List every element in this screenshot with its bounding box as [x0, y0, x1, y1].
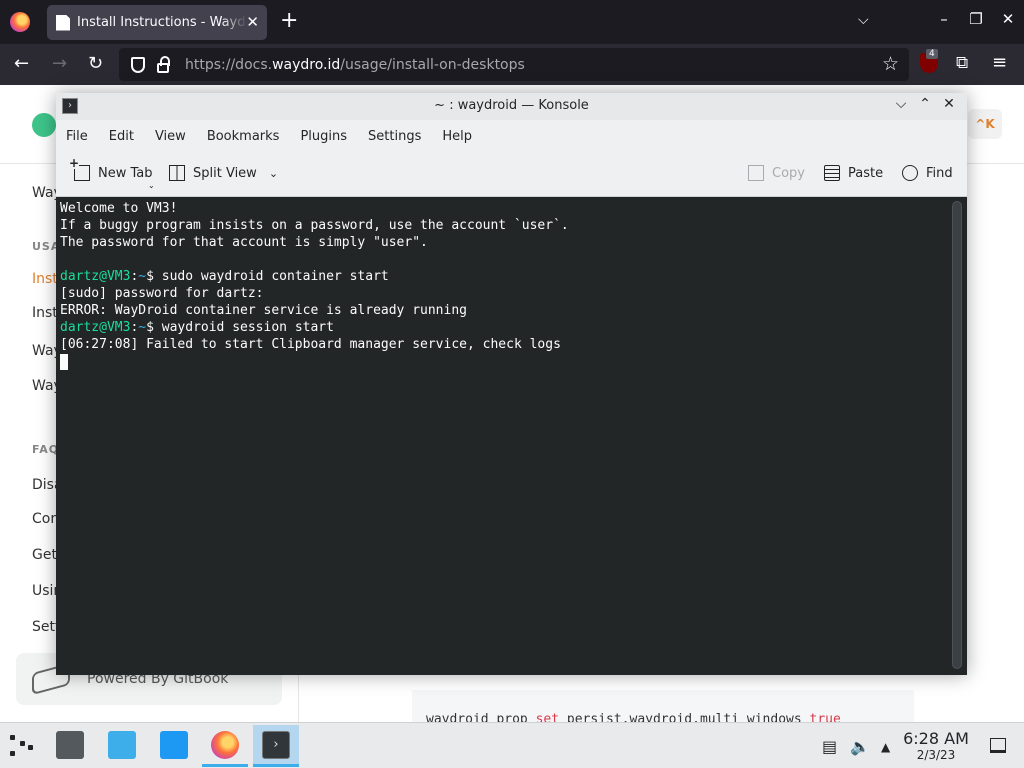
- sidebar-section-label: USAGE: [32, 240, 56, 253]
- system-settings-icon: [56, 731, 84, 759]
- task-dolphin[interactable]: [151, 725, 197, 767]
- close-window-icon[interactable]: ✕: [992, 10, 1024, 28]
- window-title: ~ : waydroid — Konsole: [434, 98, 589, 113]
- list-all-tabs-icon[interactable]: ⌵: [858, 12, 869, 28]
- menu-plugins[interactable]: Plugins: [300, 129, 347, 144]
- tab-title: Install Instructions - Waydroid: [77, 15, 247, 30]
- taskbar-panel: › ▤ 🔈 ▲ 6:28 AM 2/3/23: [0, 722, 1024, 768]
- maximize-icon[interactable]: ⌃: [913, 96, 937, 112]
- terminal-line: ERROR: WayDroid container service is alr…: [60, 303, 467, 318]
- discover-store-icon: [108, 731, 136, 759]
- waydroid-logo[interactable]: [32, 113, 56, 137]
- task-system-settings[interactable]: [47, 725, 93, 767]
- clipboard-icon[interactable]: ▤: [822, 737, 837, 756]
- digital-clock[interactable]: 6:28 AM 2/3/23: [900, 729, 972, 762]
- back-icon[interactable]: ←: [14, 53, 29, 75]
- tracking-protection-icon[interactable]: [131, 56, 145, 73]
- terminal-line: [06:27:08] Failed to start Clipboard man…: [60, 337, 561, 352]
- firefox-icon: [211, 731, 239, 759]
- split-view-icon: [169, 165, 185, 181]
- browser-window-controls: – ❐ ✕: [928, 10, 1024, 28]
- bookmark-star-icon[interactable]: ☆: [882, 53, 899, 75]
- task-discover[interactable]: [99, 725, 145, 767]
- firefox-view-icon[interactable]: [10, 12, 30, 32]
- browser-nav-bar: ← → ↻ https://docs.waydro.id/usage/insta…: [0, 44, 1024, 85]
- browser-tab-bar: Install Instructions - Waydroid ✕ + ⌵ – …: [0, 0, 1024, 44]
- menu-help[interactable]: Help: [442, 129, 472, 144]
- menu-file[interactable]: File: [66, 129, 88, 144]
- task-firefox[interactable]: [202, 725, 248, 767]
- maximize-icon[interactable]: ❐: [960, 10, 992, 28]
- show-desktop-icon[interactable]: [990, 738, 1006, 753]
- new-tab-icon: [69, 157, 90, 181]
- terminal-cursor-line: [60, 353, 967, 370]
- copy-button[interactable]: Copy: [748, 165, 805, 181]
- search-icon: [902, 165, 918, 181]
- search-shortcut-badge[interactable]: ^K: [968, 109, 1002, 139]
- forward-icon[interactable]: →: [52, 53, 67, 75]
- sidebar-item[interactable]: Disable Freeform: [32, 477, 56, 493]
- terminal-prompt-line: dartz@VM3:~$ sudo waydroid container sta…: [60, 269, 389, 284]
- close-window-icon[interactable]: ✕: [937, 96, 961, 112]
- menu-edit[interactable]: Edit: [109, 129, 134, 144]
- file-manager-icon: [160, 731, 188, 759]
- terminal-view[interactable]: Welcome to VM3! If a buggy program insis…: [56, 197, 967, 675]
- text-cursor: [60, 353, 68, 370]
- konsole-window-controls: ⌵ ⌃ ✕: [889, 96, 961, 112]
- volume-icon[interactable]: 🔈: [850, 737, 870, 756]
- konsole-menubar: File Edit View Bookmarks Plugins Setting…: [56, 120, 967, 152]
- menu-view[interactable]: View: [155, 129, 186, 144]
- sidebar-item[interactable]: Install on Desktops: [32, 305, 56, 321]
- sidebar-item[interactable]: Controlling: [32, 511, 56, 527]
- tray-expand-icon[interactable]: ▲: [881, 740, 890, 754]
- ublock-badge: 4: [926, 49, 938, 59]
- konsole-window: › ~ : waydroid — Konsole ⌵ ⌃ ✕ File Edit…: [56, 93, 967, 675]
- terminal-line: [sudo] password for dartz:: [60, 286, 264, 301]
- konsole-titlebar[interactable]: › ~ : waydroid — Konsole ⌵ ⌃ ✕: [56, 93, 967, 120]
- new-tab-icon[interactable]: +: [280, 9, 298, 33]
- clock-time: 6:28 AM: [903, 729, 969, 748]
- new-tab-button[interactable]: New Tab: [69, 157, 153, 181]
- sidebar-item[interactable]: Waydroid Command Line: [32, 343, 56, 359]
- paste-icon: [824, 165, 840, 181]
- page-favicon-icon: [56, 14, 70, 31]
- sidebar-section-label: FAQ: [32, 443, 56, 456]
- terminal-prompt-line: dartz@VM3:~$ waydroid session start: [60, 320, 334, 335]
- sidebar-item[interactable]: Install Instructions: [32, 271, 56, 287]
- konsole-icon: ›: [262, 731, 290, 759]
- terminal-line: The password for that account is simply …: [60, 235, 428, 250]
- terminal-line: If a buggy program insists on a password…: [60, 218, 569, 233]
- hamburger-menu-icon[interactable]: ≡: [992, 52, 1007, 73]
- sidebar-item[interactable]: Waydroid Prop Options: [32, 378, 56, 394]
- task-konsole[interactable]: ›: [253, 725, 299, 767]
- app-launcher-icon[interactable]: [8, 733, 34, 759]
- browser-tab-active[interactable]: Install Instructions - Waydroid ✕: [47, 5, 267, 40]
- copy-icon: [748, 165, 764, 181]
- sidebar-item[interactable]: Setting Up: [32, 619, 56, 635]
- extensions-icon[interactable]: ⧉: [956, 53, 968, 73]
- terminal-scrollbar[interactable]: [952, 201, 962, 669]
- sidebar-item[interactable]: Using Waydroid: [32, 583, 56, 599]
- sidebar-item[interactable]: Waydroid: [32, 185, 56, 201]
- url-text: https://docs.waydro.id/usage/install-on-…: [185, 56, 525, 73]
- lock-icon[interactable]: [157, 55, 170, 73]
- konsole-toolbar: New Tab ⌄ Split View ⌄ Copy Paste Find: [56, 152, 967, 197]
- reload-icon[interactable]: ↻: [88, 53, 103, 75]
- chevron-down-icon: ⌄: [268, 166, 279, 180]
- find-button[interactable]: Find: [902, 165, 953, 181]
- sidebar-item[interactable]: Get Google: [32, 547, 56, 563]
- minimize-icon[interactable]: –: [928, 10, 960, 28]
- paste-button[interactable]: Paste: [824, 165, 883, 181]
- tab-close-icon[interactable]: ✕: [246, 13, 259, 31]
- terminal-line: Welcome to VM3!: [60, 201, 178, 216]
- new-tab-dropdown-icon[interactable]: ⌄: [148, 181, 155, 190]
- split-view-button[interactable]: Split View ⌄: [169, 165, 278, 181]
- clock-date: 2/3/23: [916, 748, 956, 762]
- minimize-icon[interactable]: ⌵: [889, 96, 913, 112]
- menu-settings[interactable]: Settings: [368, 129, 421, 144]
- url-bar[interactable]: https://docs.waydro.id/usage/install-on-…: [119, 48, 909, 81]
- menu-bookmarks[interactable]: Bookmarks: [207, 129, 280, 144]
